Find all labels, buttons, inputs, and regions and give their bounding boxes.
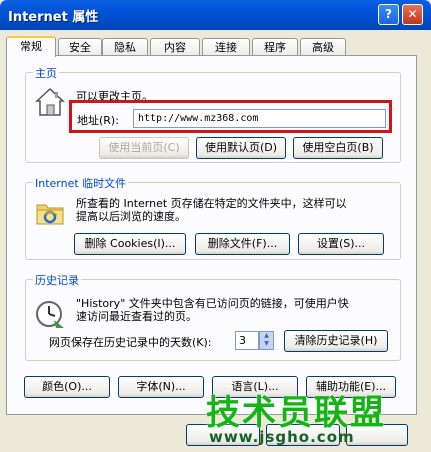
- delete-files-button[interactable]: 删除文件(F)...: [195, 233, 290, 255]
- temp-files-description-line2: 提高以后浏览的速度。: [76, 210, 186, 223]
- tab-general[interactable]: 常规: [6, 36, 56, 57]
- highlight-box: [69, 100, 392, 133]
- use-current-button[interactable]: 使用当前页(C): [99, 137, 189, 159]
- homepage-group-title: 主页: [33, 65, 59, 81]
- tab-privacy[interactable]: 隐私: [102, 38, 148, 56]
- home-page-icon: [34, 86, 66, 118]
- help-button[interactable]: ?: [378, 4, 399, 25]
- watermark-url: www.jsgho.com: [209, 428, 355, 446]
- spin-down-icon[interactable]: ▼: [260, 340, 273, 348]
- tab-security[interactable]: 安全: [58, 38, 102, 56]
- history-clock-icon: [34, 298, 66, 330]
- fonts-button[interactable]: 字体(N)...: [118, 376, 204, 398]
- window-title: Internet 属性: [8, 10, 99, 25]
- settings-button[interactable]: 设置(S)...: [298, 233, 384, 255]
- use-default-button[interactable]: 使用默认页(D): [196, 137, 286, 159]
- ie-folder-icon: [34, 196, 66, 228]
- watermark-title: 技术员联盟: [206, 393, 386, 433]
- history-description-line2: 速访问最近查看过的页。: [76, 310, 197, 323]
- internet-properties-window: Internet 属性 ? ✕ 常规 安全 隐私 内容 连接 程序 高级 主页 …: [0, 0, 431, 452]
- delete-cookies-button[interactable]: 删除 Cookies(I)...: [74, 233, 186, 255]
- site-watermark: 技术员联盟 www.jsgho.com: [200, 385, 431, 452]
- tab-connections[interactable]: 连接: [202, 38, 250, 56]
- history-days-label: 网页保存在历史记录中的天数(K):: [49, 336, 212, 349]
- tab-advanced[interactable]: 高级: [300, 38, 346, 56]
- history-group-title: 历史记录: [33, 272, 81, 288]
- tab-content[interactable]: 内容: [150, 38, 200, 56]
- close-button[interactable]: ✕: [402, 4, 423, 25]
- history-days-spinner[interactable]: ▲ ▼: [259, 331, 274, 350]
- title-bar[interactable]: Internet 属性 ? ✕: [0, 0, 431, 30]
- clear-history-button[interactable]: 清除历史记录(H): [284, 330, 388, 352]
- colors-button[interactable]: 颜色(O)...: [24, 376, 110, 398]
- temp-files-group-title: Internet 临时文件: [33, 175, 129, 191]
- history-days-input[interactable]: 3: [235, 331, 259, 350]
- spin-up-icon[interactable]: ▲: [260, 332, 273, 340]
- tab-programs[interactable]: 程序: [252, 38, 298, 56]
- use-blank-button[interactable]: 使用空白页(B): [293, 137, 383, 159]
